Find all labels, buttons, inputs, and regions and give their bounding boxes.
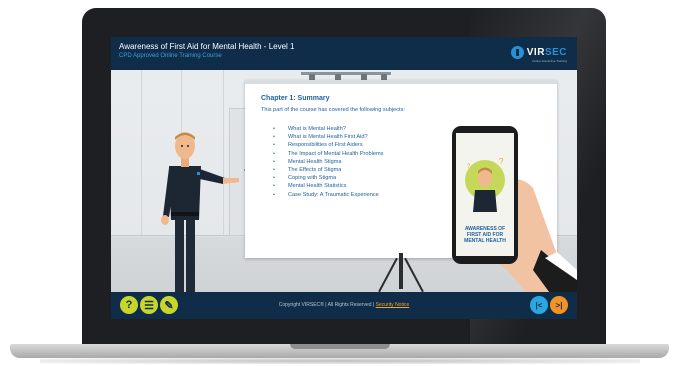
easel-leg [378,257,398,293]
topic-item: Case Study: A Traumatic Experience [273,191,383,199]
topic-item: Mental Health Statistics [273,182,383,190]
laptop-shadow [40,358,640,364]
logo-tagline: Online Interactive Training [532,59,567,63]
virsec-logo: VIRSEC Online Interactive Training [510,46,567,63]
topic-item: Mental Health Stigma [273,158,383,166]
next-button[interactable]: >| [550,296,568,314]
wall-panel-line [141,70,142,235]
chapter-intro: This part of the course has covered the … [261,107,405,113]
phone-title-line: MENTAL HEALTH [464,238,506,244]
previous-icon: |< [535,300,543,310]
next-icon: >| [555,300,563,310]
topic-list: What is Mental Health? What is Mental He… [273,125,383,199]
phone-character-illustration: ? ? [465,157,505,212]
laptop-notch [290,344,390,349]
easel-stand [399,253,403,289]
topic-item: The Effects of Stigma [273,166,383,174]
topic-item: Responsibilities of First Aiders [273,141,383,149]
slide-stage: Chapter 1: Summary This part of the cour… [111,70,577,315]
easel-leg [404,257,424,293]
phone-course-title: AWARENESS OF FIRST AID FOR MENTAL HEALTH [456,226,514,244]
copyright-footer: Copyright VIRSEC® | All Rights Reserved … [111,302,577,308]
topic-item: What is Mental Health? [273,125,383,133]
topic-item: What is Mental Health First Aid? [273,133,383,141]
svg-text:?: ? [499,157,504,166]
logo-text-main: VIR [526,47,545,58]
course-title: Awareness of First Aid for Mental Health… [119,42,295,51]
header-bar: Awareness of First Aid for Mental Health… [111,37,577,70]
board-top-border [245,80,557,84]
topic-item: Coping with Stigma [273,174,383,182]
course-subtitle: CPD Approved Online Training Course [119,53,222,59]
topic-item: The Impact of Mental Health Problems [273,150,383,158]
previous-button[interactable]: |< [530,296,548,314]
security-notice-link[interactable]: Security Notice [376,302,410,308]
logo-text-accent: SEC [544,47,567,58]
logo-icon [510,46,524,59]
chapter-heading: Chapter 1: Summary [261,95,330,102]
presenter-character [161,132,239,315]
footer-bar: ? ☰ ✎ Copyright VIRSEC® | All Rights Res… [111,292,577,319]
logo-wordmark: VIRSEC [527,47,567,58]
copyright-text: Copyright VIRSEC® | All Rights Reserved … [278,302,375,308]
course-player: Awareness of First Aid for Mental Health… [111,37,577,319]
